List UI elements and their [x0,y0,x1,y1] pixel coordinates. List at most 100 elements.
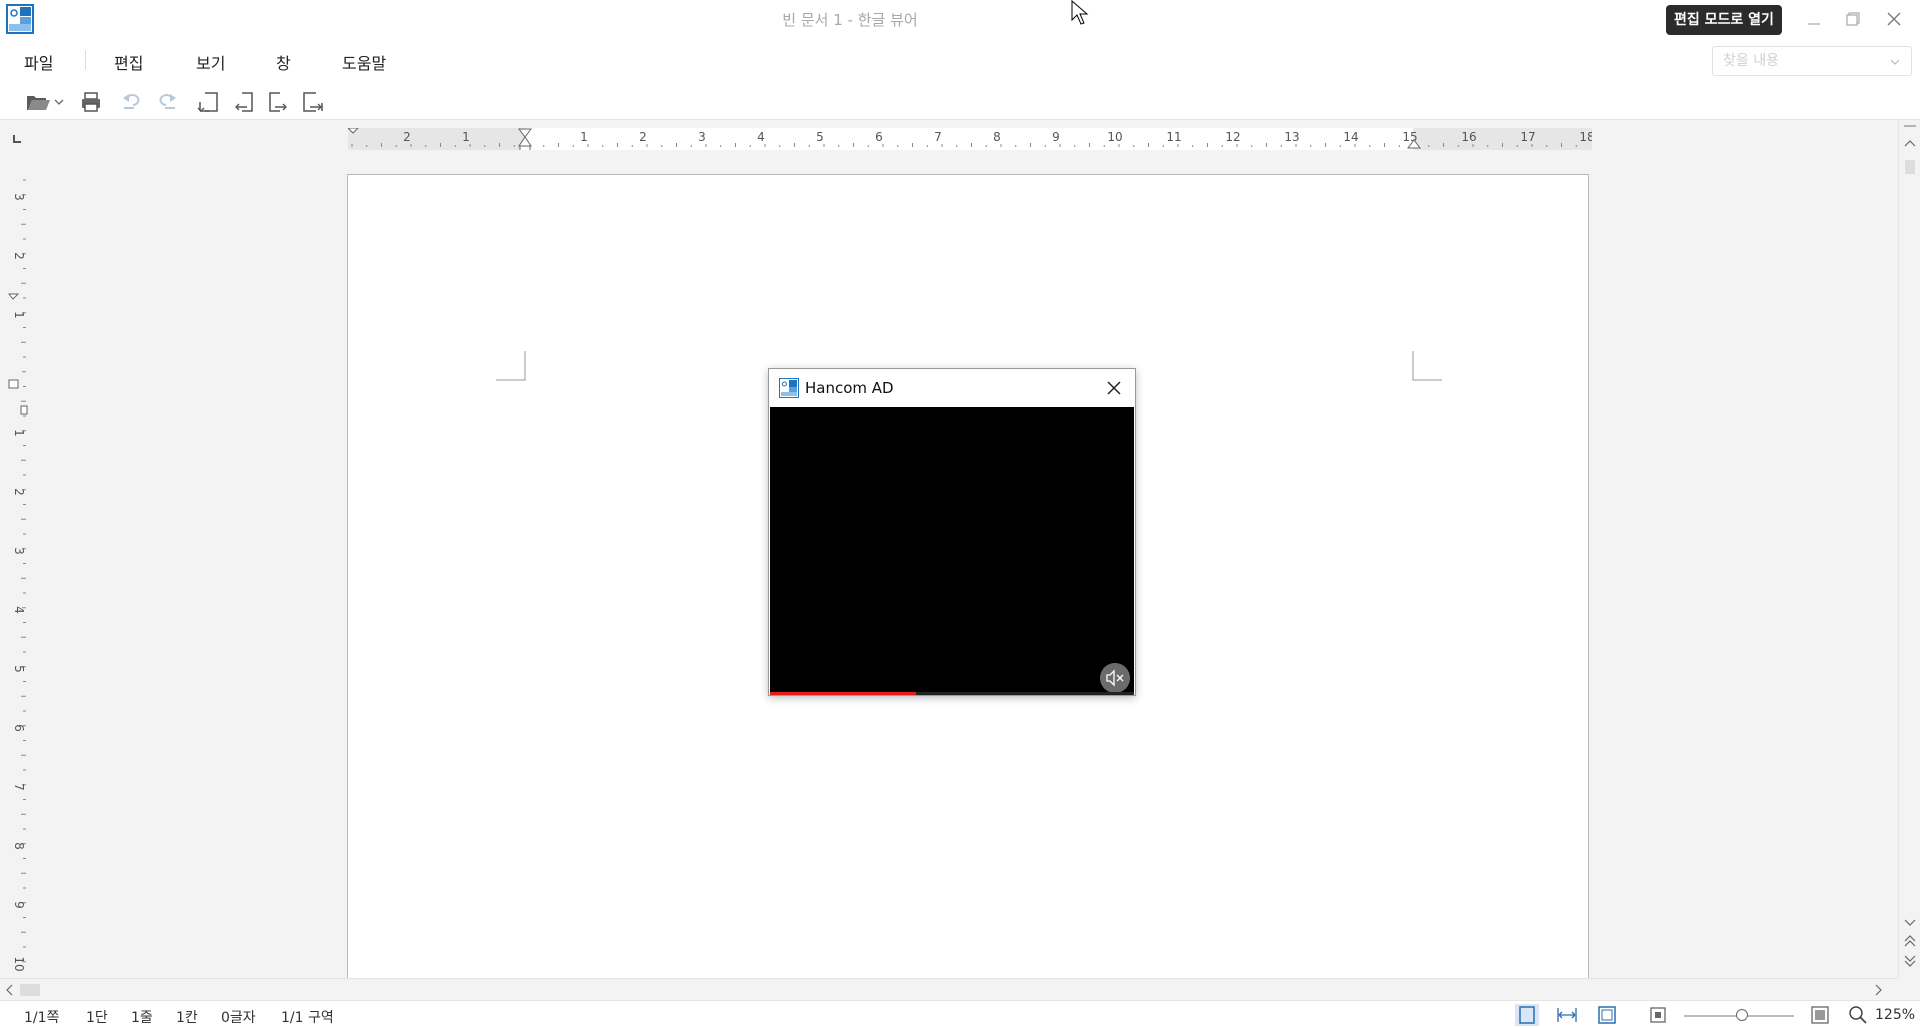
hruler-label: 6 [875,130,883,144]
page-first-icon[interactable] [195,88,223,116]
vruler-label: 6 [12,724,26,732]
horizontal-scrollbar[interactable] [0,978,1898,1000]
vruler-label: 3 [12,547,26,555]
menu-file[interactable]: 파일 [24,50,53,74]
vruler-label: 7 [12,783,26,791]
horizontal-scroll-thumb[interactable] [20,984,40,996]
prev-page-icon[interactable] [1900,932,1920,950]
search-input[interactable] [1713,47,1873,75]
ad-popup-titlebar[interactable]: Hancom AD [769,369,1135,407]
hruler-label: 17 [1520,130,1535,144]
print-icon[interactable] [77,88,105,116]
vruler-label: 8 [12,842,26,850]
scroll-left-icon[interactable] [2,982,18,998]
vruler-label: 3 [12,193,26,201]
hruler-label: 1 [580,130,588,144]
window-title: 빈 문서 1 - 한글 뷰어 [782,11,918,29]
scroll-down-icon[interactable] [1900,914,1920,930]
chevron-down-icon[interactable] [1889,56,1901,68]
redo-icon[interactable] [152,88,180,116]
open-edit-mode-button[interactable]: 편집 모드로 열기 [1666,5,1782,35]
hruler-label: 4 [757,130,765,144]
page-next-icon[interactable] [264,88,292,116]
vruler-label: 2 [12,252,26,260]
hruler-label: 9 [1052,130,1060,144]
ruler-ticks: 2 1 1 2 3 4 5 6 7 8 9 10 11 12 13 14 15 16 17 18 [348,128,1592,150]
vruler-label: 4 [12,606,26,614]
vruler-label: 1 [12,311,26,319]
vruler-label: 2 [12,488,26,496]
page-prev-icon[interactable] [230,88,258,116]
menu-window[interactable]: 창 [276,50,291,74]
zoom-slider-knob[interactable] [1736,1009,1748,1021]
vruler-label: 9 [12,901,26,909]
magnifier-icon[interactable] [1846,1004,1870,1026]
ad-video-player[interactable] [770,407,1134,695]
toolbar [0,84,1920,120]
crop-mark-top-right [1412,351,1442,381]
hruler-label: 11 [1166,130,1181,144]
ad-popup-window[interactable]: Hancom AD [768,368,1136,696]
hruler-label: 3 [698,130,706,144]
hruler-label: 14 [1343,130,1358,144]
close-icon[interactable] [1105,379,1123,397]
hancom-logo-icon [779,378,799,398]
vruler-label: 1 [12,429,26,437]
view-page-icon[interactable] [1515,1004,1539,1026]
hruler-label: 7 [934,130,942,144]
hruler-label: 12 [1225,130,1240,144]
vertical-scrollbar[interactable] [1898,120,1920,978]
hruler-label: 16 [1461,130,1476,144]
hruler-label: 1 [462,130,470,144]
vruler-ticks: 3 2 1 1 2 3 4 5 6 7 8 9 10 [6,178,28,974]
ad-progress-fill [770,692,916,695]
status-chars: 0글자 [221,1010,256,1026]
scroll-right-icon[interactable] [1870,982,1886,998]
status-page[interactable]: 1/1쪽 [24,1007,59,1027]
status-line: 1줄 [131,1010,153,1026]
menu-view[interactable]: 보기 [196,50,225,74]
vertical-scroll-thumb[interactable] [1905,160,1915,174]
dropdown-arrow-icon[interactable] [52,88,66,116]
scroll-up-icon[interactable] [1900,136,1920,152]
menu-separator [85,50,86,70]
undo-icon[interactable] [119,88,147,116]
status-bar: 1/1쪽 1단 1줄 1칸 0글자 1/1 구역 125% [0,1000,1920,1028]
menu-edit[interactable]: 편집 [114,50,143,74]
vertical-ruler[interactable]: 3 2 1 1 2 3 4 5 6 7 8 9 10 [6,178,28,974]
crop-mark-top-left [496,351,526,381]
restore-icon[interactable] [1838,6,1868,32]
open-folder-icon[interactable] [24,88,52,116]
title-bar: 빈 문서 1 - 한글 뷰어 편집 모드로 열기 [0,0,1920,38]
zoom-out-icon[interactable] [1646,1004,1670,1026]
mouse-cursor-icon [1071,0,1089,25]
minimize-icon[interactable] [1799,6,1829,32]
view-fit-page-icon[interactable] [1595,1004,1619,1026]
status-cell: 1칸 [176,1010,198,1026]
status-section: 1/1 구역 [281,1010,334,1026]
hruler-label: 10 [1107,130,1122,144]
horizontal-ruler[interactable]: 21123456789101112131415161718 2 [348,128,1592,150]
vruler-label: 5 [12,665,26,673]
mute-icon[interactable] [1100,663,1130,693]
ad-popup-title: Hancom AD [805,379,894,397]
close-icon[interactable] [1879,6,1909,32]
zoom-level[interactable]: 125% [1875,1007,1915,1023]
hruler-label: 18 [1579,130,1592,144]
hruler-label: 2 [639,130,647,144]
zoom-in-icon[interactable] [1808,1004,1832,1026]
tab-stop-selector-icon[interactable] [10,132,24,146]
search-box[interactable] [1712,46,1912,76]
view-fit-width-icon[interactable] [1555,1004,1579,1026]
menu-bar: 파일 편집 보기 창 도움말 [0,38,1920,84]
next-page-icon[interactable] [1900,952,1920,970]
menu-help[interactable]: 도움말 [342,50,386,74]
ad-progress-track[interactable] [770,692,1134,695]
hruler-label: 5 [816,130,824,144]
vruler-label: 10 [12,956,26,971]
status-column: 1단 [86,1010,108,1026]
hruler-label: 13 [1284,130,1299,144]
page-last-icon[interactable] [298,88,326,116]
hruler-label: 2 [403,130,411,144]
hruler-label: 8 [993,130,1001,144]
